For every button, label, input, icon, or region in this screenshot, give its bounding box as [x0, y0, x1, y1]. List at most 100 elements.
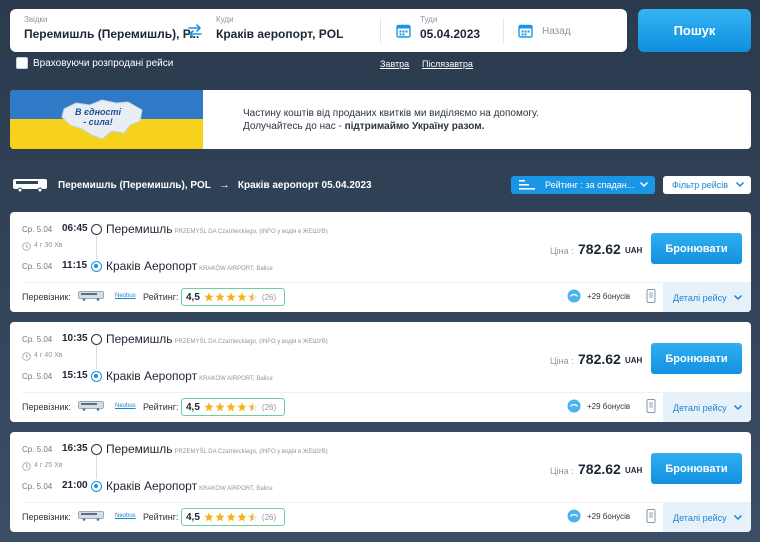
departure-city: Перемишль PRZEMYŚL DA Czarnieckiego, (INF… — [106, 442, 328, 456]
trip-duration: 4 г 40 Хв — [34, 352, 63, 359]
sort-dropdown[interactable]: Рейтинг : за спадан... — [511, 176, 655, 194]
carrier-link[interactable]: Neobus — [115, 293, 136, 299]
trip-card: Ср. 5.04 10:35 4 г 40 Хв Ср. 5.04 15:15 … — [10, 322, 751, 422]
sold-out-label[interactable]: Враховуючи розпродані рейси — [33, 58, 173, 69]
search-button[interactable]: Пошук — [638, 9, 751, 52]
trip-details-button[interactable]: Деталі рейсу — [663, 282, 751, 312]
sold-out-checkbox[interactable] — [16, 57, 28, 69]
carrier-link[interactable]: Neobus — [115, 513, 136, 519]
departure-point-icon — [91, 334, 102, 345]
rating-label: Рейтинг: — [143, 402, 179, 412]
rating-box[interactable]: 4,5 (26) — [181, 288, 285, 306]
sort-icon — [519, 180, 535, 190]
departure-date: Ср. 5.04 — [22, 445, 53, 454]
route-header: Перемишль (Перемишль), POL → Краків аеро… — [12, 178, 372, 192]
calendar-icon — [518, 24, 533, 38]
book-button[interactable]: Бронювати — [651, 343, 742, 374]
date-value[interactable]: 05.04.2023 — [420, 27, 480, 41]
banner-text: Частину коштів від проданих квитків ми в… — [243, 107, 539, 133]
swap-icon[interactable] — [185, 21, 205, 41]
carrier-bus-icon — [78, 511, 104, 521]
star-icon — [204, 512, 214, 522]
star-icon — [237, 292, 247, 302]
chevron-down-icon — [639, 181, 649, 188]
departure-date-field[interactable]: Туди 05.04.2023 — [388, 9, 498, 52]
carrier-label: Перевізник: — [22, 292, 71, 302]
star-icon — [226, 402, 236, 412]
return-placeholder: Назад — [542, 26, 571, 37]
route-from: Перемишль (Перемишль), POL — [58, 179, 211, 191]
book-button[interactable]: Бронювати — [651, 453, 742, 484]
price-value: 782.62 — [578, 461, 621, 477]
price-currency: UAH — [625, 246, 643, 255]
to-field[interactable]: Куди Краків аеропорт, POL — [216, 9, 376, 52]
star-icon — [215, 512, 225, 522]
trip-card: Ср. 5.04 16:35 4 г 25 Хв Ср. 5.04 21:00 … — [10, 432, 751, 532]
rating-stars — [204, 512, 259, 522]
route-line — [96, 455, 97, 479]
tomorrow-link[interactable]: Завтра — [380, 59, 409, 69]
arrow-right-icon: → — [218, 179, 230, 191]
carrier-bus-icon — [78, 291, 104, 301]
departure-point-icon — [91, 224, 102, 235]
arrival-city: Краків Аеропорт KRAKÓW AIRPORT, Balice — [106, 369, 273, 383]
to-value[interactable]: Краків аеропорт, POL — [216, 27, 343, 41]
sort-label: Рейтинг : за спадан... — [545, 180, 635, 190]
star-icon — [226, 512, 236, 522]
trip-details-label: Деталі рейсу — [673, 403, 727, 413]
divider — [22, 502, 662, 503]
banner-text-line2: Долучайтесь до нас - підтримаймо Україну… — [243, 121, 485, 132]
clock-icon — [22, 462, 31, 471]
departure-stop: PRZEMYŚL DA Czarnieckiego, (INFO у водія… — [174, 449, 328, 455]
ukraine-flag: В єдності - сила! — [10, 90, 203, 149]
to-label: Куди — [216, 15, 234, 24]
price-value: 782.62 — [578, 241, 621, 257]
banner-slogan: В єдності - сила! — [74, 107, 122, 127]
bonus-icon — [567, 509, 581, 523]
support-ukraine-banner: В єдності - сила! Частину коштів від про… — [10, 90, 751, 149]
departure-time: 16:35 — [62, 443, 88, 454]
arrival-time: 21:00 — [62, 480, 88, 491]
filter-dropdown[interactable]: Фільтр рейсів — [663, 176, 751, 194]
return-date-field[interactable]: Назад — [510, 9, 620, 52]
from-field[interactable]: Звідки Перемишль (Перемишль), P... — [24, 9, 199, 52]
arrival-date: Ср. 5.04 — [22, 372, 53, 381]
day-after-tomorrow-link[interactable]: Післязавтра — [422, 59, 473, 69]
rating-label: Рейтинг: — [143, 512, 179, 522]
departure-city: Перемишль PRZEMYŚL DA Czarnieckiego, (INF… — [106, 332, 328, 346]
trip-details-button[interactable]: Деталі рейсу — [663, 392, 751, 422]
arrival-stop: KRAKÓW AIRPORT, Balice — [199, 376, 273, 382]
date-label: Туди — [420, 15, 438, 24]
carrier-bus-icon — [78, 401, 104, 411]
clock-icon — [22, 352, 31, 361]
rating-score: 4,5 — [186, 291, 200, 303]
arrival-city: Краків Аеропорт KRAKÓW AIRPORT, Balice — [106, 259, 273, 273]
arrival-time: 11:15 — [62, 260, 88, 271]
bonus-icon — [567, 289, 581, 303]
rating-box[interactable]: 4,5 (26) — [181, 508, 285, 526]
from-value[interactable]: Перемишль (Перемишль), P... — [24, 27, 199, 41]
rating-count: (26) — [261, 512, 277, 522]
bonus-text: +29 бонусів — [587, 292, 631, 301]
bus-icon — [13, 179, 47, 192]
rating-box[interactable]: 4,5 (26) — [181, 398, 285, 416]
carrier-link[interactable]: Neobus — [115, 403, 136, 409]
arrival-stop: KRAKÓW AIRPORT, Balice — [199, 486, 273, 492]
carrier-label: Перевізник: — [22, 402, 71, 412]
route-line — [96, 235, 97, 259]
arrival-stop: KRAKÓW AIRPORT, Balice — [199, 266, 273, 272]
departure-stop: PRZEMYŚL DA Czarnieckiego, (INFO у водія… — [174, 339, 328, 345]
book-button[interactable]: Бронювати — [651, 233, 742, 264]
arrival-point-icon — [91, 481, 102, 492]
rating-score: 4,5 — [186, 511, 200, 523]
departure-time: 06:45 — [62, 223, 88, 234]
mobile-ticket-icon — [646, 289, 656, 303]
sold-out-toggle[interactable]: Враховуючи розпродані рейси — [16, 57, 173, 69]
mobile-ticket-icon — [646, 509, 656, 523]
trip-details-button[interactable]: Деталі рейсу — [663, 502, 751, 532]
from-label: Звідки — [24, 15, 48, 24]
bonus-text: +29 бонусів — [587, 402, 631, 411]
star-icon — [204, 292, 214, 302]
rating-stars — [204, 292, 259, 302]
star-icon — [204, 402, 214, 412]
